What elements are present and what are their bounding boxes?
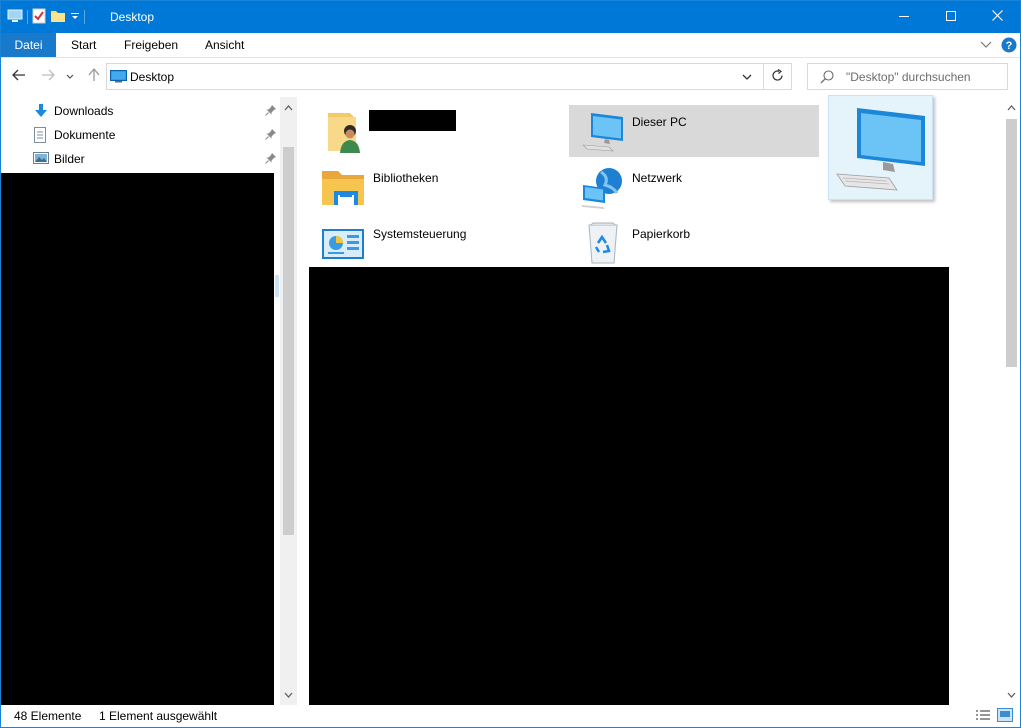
recent-locations-button[interactable] [63, 64, 77, 88]
downloads-icon [33, 103, 49, 119]
libraries-icon [320, 163, 368, 211]
item-bibliotheken[interactable]: Bibliotheken [310, 161, 560, 213]
status-bar: 48 Elemente 1 Element ausgewählt [1, 705, 1020, 727]
toolbar-separator [27, 10, 28, 24]
item-user-folder[interactable] [310, 105, 560, 157]
details-view-icon[interactable] [975, 709, 991, 725]
chevron-down-icon [66, 69, 74, 83]
tab-ansicht[interactable]: Ansicht [205, 33, 244, 57]
maximize-button[interactable] [928, 1, 974, 33]
nav-item-label: Bilder [54, 152, 85, 166]
arrow-left-icon [12, 69, 26, 84]
chevron-down-icon [742, 70, 752, 84]
pin-icon[interactable] [265, 128, 277, 143]
help-icon[interactable]: ? [1001, 37, 1017, 56]
new-folder-icon[interactable] [50, 8, 66, 27]
back-button[interactable] [9, 64, 29, 88]
up-button[interactable] [84, 64, 104, 88]
minimize-button[interactable] [881, 1, 927, 33]
nav-item-downloads[interactable]: Downloads [1, 99, 282, 123]
navigation-pane: Downloads Dokumente Bilder [1, 97, 297, 705]
control-panel-icon [320, 219, 368, 267]
scroll-up-arrow[interactable] [280, 99, 297, 116]
address-bar[interactable]: Desktop [106, 63, 792, 90]
nav-item-bilder[interactable]: Bilder [1, 147, 282, 171]
selection-marker [275, 275, 279, 297]
arrow-right-icon [41, 69, 55, 84]
maximize-icon [946, 10, 956, 24]
minimize-icon [899, 10, 909, 24]
tab-datei[interactable]: Datei [1, 33, 56, 57]
item-label: Bibliotheken [373, 171, 439, 185]
item-label: Netzwerk [632, 171, 683, 185]
search-icon [820, 70, 834, 87]
address-location: Desktop [130, 70, 175, 84]
content-scrollbar[interactable] [1003, 97, 1020, 705]
item-papierkorb[interactable]: Papierkorb [569, 217, 819, 269]
scrollbar-thumb[interactable] [283, 147, 294, 535]
scroll-down-arrow[interactable] [1003, 686, 1020, 703]
item-dieser-pc[interactable]: Dieser PC [569, 105, 819, 157]
redacted-area [309, 267, 949, 705]
scrollbar-thumb[interactable] [1006, 119, 1017, 367]
svg-text:?: ? [1006, 40, 1013, 52]
properties-icon[interactable] [32, 8, 46, 27]
user-folder-icon [320, 107, 368, 155]
search-box[interactable] [807, 63, 1008, 90]
scroll-up-arrow[interactable] [1003, 99, 1020, 116]
large-icons-view-icon[interactable] [997, 708, 1013, 725]
item-label: Systemsteuerung [373, 227, 467, 241]
drag-preview [828, 95, 933, 200]
pictures-icon [33, 151, 49, 167]
item-label: Papierkorb [632, 227, 691, 241]
scroll-down-arrow[interactable] [280, 686, 297, 703]
desktop-icon [110, 70, 127, 86]
refresh-icon [772, 68, 784, 85]
toolbar-separator [84, 10, 85, 24]
forward-button[interactable] [38, 64, 58, 88]
close-icon [991, 10, 1003, 24]
nav-pane-scrollbar[interactable] [280, 97, 297, 705]
ribbon-tabs: Datei Start Freigeben Ansicht ? [1, 33, 1020, 58]
refresh-button[interactable] [763, 64, 792, 89]
computer-icon [579, 107, 627, 155]
pin-icon[interactable] [265, 104, 277, 119]
item-systemsteuerung[interactable]: Systemsteuerung [310, 217, 560, 269]
tab-freigeben[interactable]: Freigeben [124, 33, 178, 57]
nav-item-label: Downloads [54, 104, 114, 118]
nav-item-dokumente[interactable]: Dokumente [1, 123, 282, 147]
pin-icon[interactable] [265, 152, 277, 167]
recycle-bin-icon [579, 219, 627, 267]
network-icon [579, 163, 627, 211]
quick-access-toolbar [7, 8, 85, 26]
title-bar[interactable]: Desktop [1, 1, 1020, 33]
close-button[interactable] [974, 1, 1020, 33]
item-netzwerk[interactable]: Netzwerk [569, 161, 819, 213]
redacted-area [1, 173, 274, 705]
customize-dropdown-icon[interactable] [70, 10, 80, 24]
selection-status: 1 Element ausgewählt [99, 709, 218, 723]
computer-icon [835, 104, 927, 195]
nav-item-label: Dokumente [54, 128, 116, 142]
window-title: Desktop [110, 10, 155, 24]
search-input[interactable] [846, 68, 1001, 85]
tab-start[interactable]: Start [71, 33, 96, 57]
documents-icon [33, 127, 49, 143]
chevron-down-icon[interactable] [980, 39, 992, 53]
redacted-username [369, 110, 456, 131]
explorer-window: Desktop Datei Start Freigeben Ansicht ? [0, 0, 1021, 728]
arrow-up-icon [88, 67, 100, 85]
address-dropdown-button[interactable] [735, 64, 759, 89]
item-label: Dieser PC [632, 115, 687, 129]
item-count: 48 Elemente [14, 709, 82, 723]
explorer-icon[interactable] [7, 9, 23, 26]
